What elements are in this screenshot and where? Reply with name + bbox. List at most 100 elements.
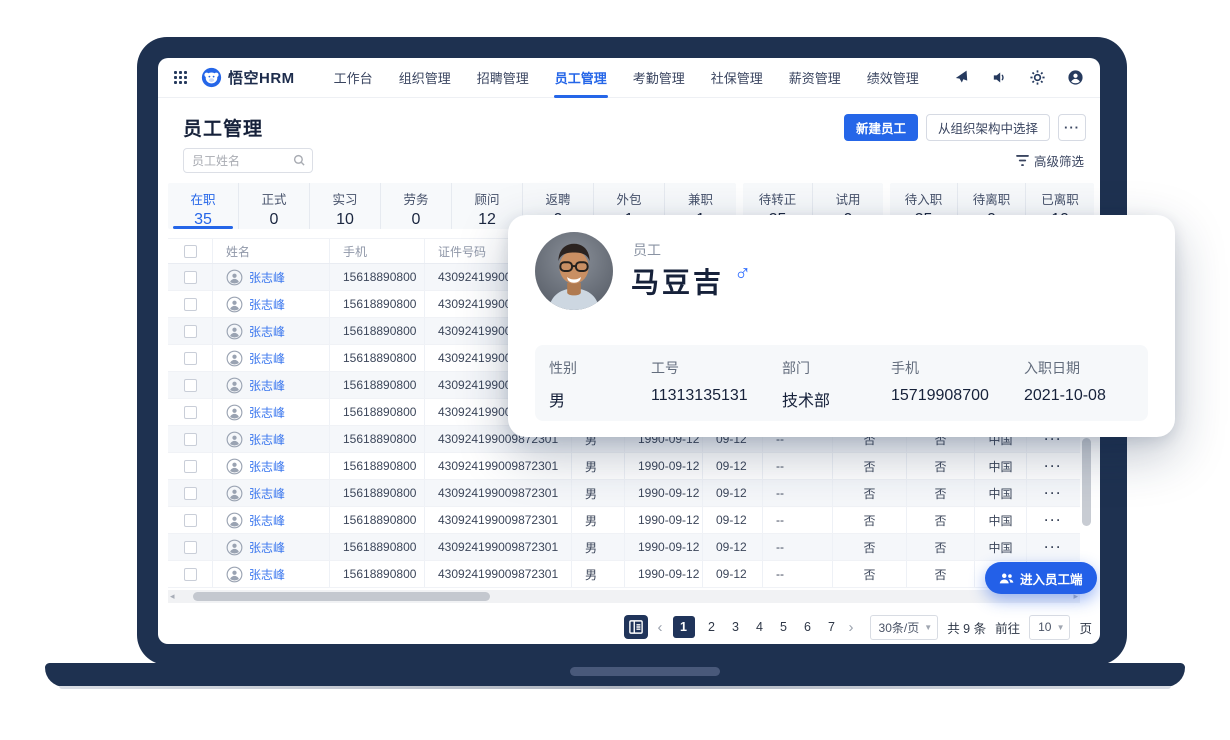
table-layout-icon[interactable] [624,615,648,639]
cell-phone: 15618890800 [330,561,425,587]
cell-flag1: 否 [833,480,907,506]
chevron-down-icon: ▼ [1057,623,1065,632]
person-avatar-icon [226,512,243,529]
menu-item-workbench[interactable]: 工作台 [321,58,386,98]
table-row[interactable]: 张志峰 15618890800 430924199009872301 男 199… [168,534,1080,561]
menu-item-salary[interactable]: 薪资管理 [776,58,854,98]
cell-birth-date: 1990-09-12 [625,480,703,506]
page-2[interactable]: 2 [705,620,719,634]
volume-icon[interactable] [991,69,1008,86]
page-4[interactable]: 4 [753,620,767,634]
page-size-select[interactable]: 30条/页 ▼ [870,615,939,640]
announcement-icon[interactable] [953,69,970,86]
more-actions-button[interactable]: ··· [1058,114,1086,141]
employee-name-link[interactable]: 张志峰 [249,404,285,421]
prev-page-button[interactable]: ‹ [657,619,664,636]
menu-item-org[interactable]: 组织管理 [386,58,464,98]
select-all-checkbox[interactable] [184,245,197,258]
page-6[interactable]: 6 [801,620,815,634]
tab-regular[interactable]: 正式 0 [239,183,310,229]
page-7[interactable]: 7 [825,620,839,634]
row-actions-button[interactable]: ··· [1045,513,1063,527]
employee-name-link[interactable]: 张志峰 [249,269,285,286]
person-avatar-icon [226,269,243,286]
employee-name-link[interactable]: 张志峰 [249,323,285,340]
employee-name-link[interactable]: 张志峰 [249,377,285,394]
row-checkbox[interactable] [184,433,197,446]
page-1[interactable]: 1 [673,616,695,638]
row-actions-button[interactable]: ··· [1045,540,1063,554]
person-avatar-icon [226,485,243,502]
employee-name-search-input[interactable]: 员工姓名 [183,148,313,173]
page-5[interactable]: 5 [777,620,791,634]
row-checkbox[interactable] [184,541,197,554]
page-header: 员工管理 新建员工 从组织架构中选择 ··· [183,112,1086,142]
tab-active-staff[interactable]: 在职 35 [168,183,239,229]
cell-flag1: 否 [833,534,907,560]
table-row[interactable]: 张志峰 15618890800 430924199009872301 男 199… [168,507,1080,534]
menu-item-social-security[interactable]: 社保管理 [698,58,776,98]
page-3[interactable]: 3 [729,620,743,634]
employee-name-link[interactable]: 张志峰 [249,512,285,529]
employee-name-link[interactable]: 张志峰 [249,458,285,475]
next-page-button[interactable]: › [848,619,855,636]
employee-name-link[interactable]: 张志峰 [249,350,285,367]
row-checkbox[interactable] [184,325,197,338]
row-checkbox[interactable] [184,352,197,365]
employee-name-link[interactable]: 张志峰 [249,539,285,556]
filter-row: 员工姓名 高级筛选 [183,148,1084,173]
person-avatar-icon [226,431,243,448]
cell-flag2: 否 [907,453,975,479]
app-launcher-icon[interactable] [174,71,187,84]
settings-gear-icon[interactable] [1029,69,1046,86]
cell-empty-value: -- [763,534,833,560]
cell-phone: 15618890800 [330,507,425,533]
menu-item-recruit[interactable]: 招聘管理 [464,58,542,98]
field-employee-id: 工号 11313135131 [651,358,782,421]
cell-country: 中国 [975,480,1027,506]
row-checkbox[interactable] [184,406,197,419]
person-avatar-icon [226,404,243,421]
row-checkbox[interactable] [184,379,197,392]
male-symbol-icon: ♂ [734,259,751,286]
table-row[interactable]: 张志峰 15618890800 430924199009872301 男 199… [168,480,1080,507]
employee-name-link[interactable]: 张志峰 [249,431,285,448]
row-checkbox[interactable] [184,271,197,284]
row-actions-button[interactable]: ··· [1045,459,1063,473]
row-checkbox[interactable] [184,298,197,311]
tab-intern[interactable]: 实习 10 [310,183,381,229]
vertical-scrollbar-thumb[interactable] [1082,438,1091,526]
enter-employee-portal-button[interactable]: 进入员工端 [985,562,1097,594]
search-icon [293,154,306,167]
topbar-actions [953,69,1084,86]
table-row[interactable]: 张志峰 15618890800 430924199009872301 男 199… [168,453,1080,480]
row-checkbox[interactable] [184,514,197,527]
horizontal-scrollbar[interactable]: ◂ ▸ [168,590,1080,603]
row-checkbox[interactable] [184,487,197,500]
user-avatar-icon[interactable] [1067,69,1084,86]
horizontal-scrollbar-thumb[interactable] [193,592,490,601]
scroll-left-arrow-icon[interactable]: ◂ [170,591,175,602]
row-checkbox[interactable] [184,568,197,581]
person-avatar-icon [226,323,243,340]
employee-name-link[interactable]: 张志峰 [249,566,285,583]
row-actions-button[interactable]: ··· [1045,486,1063,500]
cell-phone: 15618890800 [330,318,425,344]
laptop-mockup: 悟空HRM 工作台 组织管理 招聘管理 员工管理 考勤管理 社保管理 薪资管理 … [0,0,1230,740]
select-from-org-button[interactable]: 从组织架构中选择 [926,114,1050,141]
goto-page-input[interactable]: 10 ▼ [1029,615,1070,640]
table-row[interactable]: 张志峰 15618890800 430924199009872301 男 199… [168,561,1080,588]
menu-item-employee[interactable]: 员工管理 [542,58,620,98]
new-employee-button[interactable]: 新建员工 [844,114,918,141]
row-checkbox[interactable] [184,460,197,473]
page-title: 员工管理 [183,114,263,141]
cell-birth-date: 1990-09-12 [625,561,703,587]
menu-item-attendance[interactable]: 考勤管理 [620,58,698,98]
cell-flag2: 否 [907,507,975,533]
tab-labor[interactable]: 劳务 0 [381,183,452,229]
advanced-filter-button[interactable]: 高级筛选 [1016,151,1084,170]
cell-flag2: 否 [907,561,975,587]
menu-item-performance[interactable]: 绩效管理 [854,58,932,98]
employee-name-link[interactable]: 张志峰 [249,485,285,502]
employee-name-link[interactable]: 张志峰 [249,296,285,313]
